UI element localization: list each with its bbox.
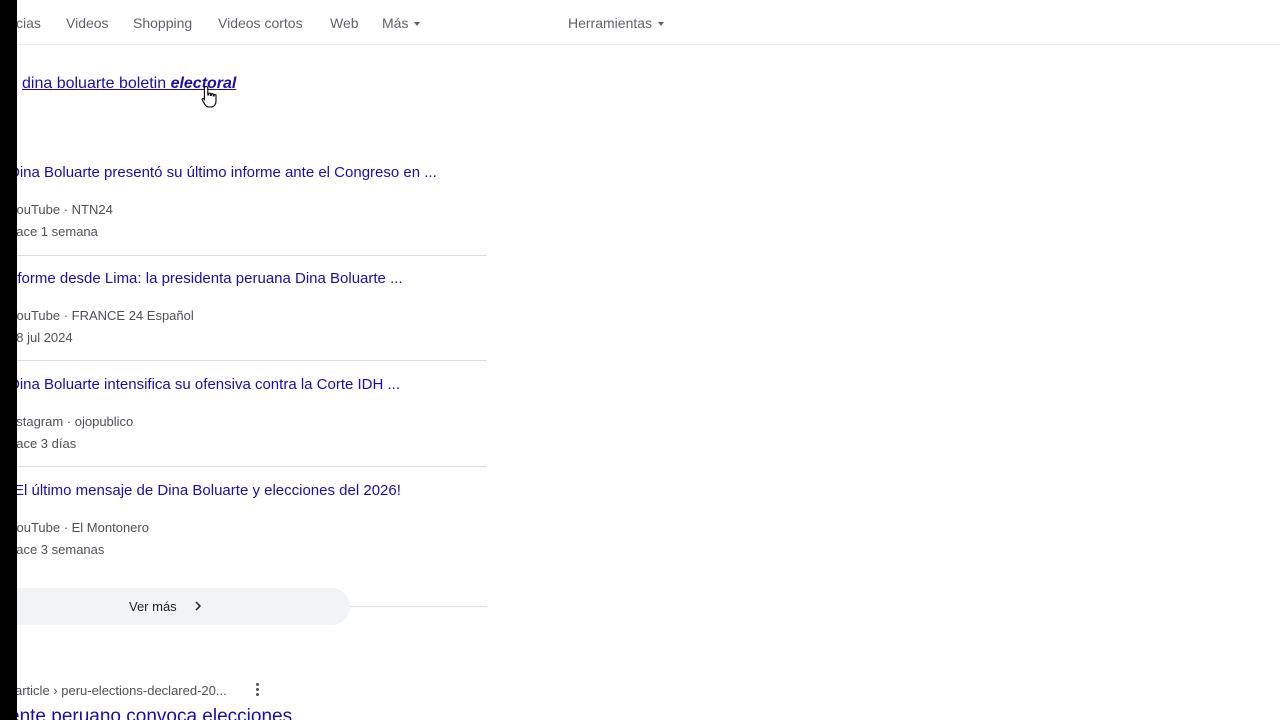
tab-noticias[interactable]: cias [17, 15, 41, 31]
caret-down-icon [414, 22, 421, 26]
caret-down-icon [658, 22, 665, 26]
more-options-icon[interactable] [253, 682, 261, 698]
tools-button[interactable]: Herramientas [568, 15, 665, 31]
video-result-title[interactable]: ¡El último mensaje de Dina Boluarte y el… [17, 482, 401, 499]
screen-edge-bar [0, 0, 17, 720]
tab-videos-cortos[interactable]: Videos cortos [218, 15, 303, 31]
video-result-source: YouTube · FRANCE 24 Español [17, 308, 194, 323]
tab-videos[interactable]: Videos [66, 15, 109, 31]
hand-pointer-cursor-icon [201, 85, 217, 108]
search-results-page: cias Videos Shopping Videos cortos Web M… [17, 0, 1280, 720]
video-result-source: YouTube · El Montonero [17, 520, 149, 535]
video-result-title[interactable]: Dina Boluarte intensifica su ofensiva co… [17, 376, 400, 393]
result-url: article › peru-elections-declared-20... [17, 683, 227, 698]
ver-mas-label: Ver más [129, 599, 177, 614]
video-result-title[interactable]: nforme desde Lima: la presidenta peruana… [17, 270, 403, 287]
video-result-title[interactable]: Dina Boluarte presentó su último informe… [17, 164, 437, 181]
video-result-source: YouTube · NTN24 [17, 202, 113, 217]
video-result-date: hace 3 semanas [17, 542, 105, 557]
ver-mas-button[interactable]: Ver más [17, 588, 350, 625]
video-result-date: hace 1 semana [17, 224, 98, 239]
divider [17, 255, 487, 256]
tab-mas-label: Más [382, 15, 409, 31]
tab-web[interactable]: Web [330, 15, 359, 31]
tab-shopping[interactable]: Shopping [133, 15, 192, 31]
divider [17, 466, 487, 467]
search-tabs-bar: cias Videos Shopping Videos cortos Web M… [17, 0, 1280, 45]
video-result-date: 28 jul 2024 [17, 330, 73, 345]
tools-label: Herramientas [568, 15, 653, 31]
divider [17, 360, 487, 361]
video-result-date: hace 3 días [17, 436, 77, 451]
video-result-source: nstagram · ojopublico [17, 414, 134, 429]
tab-mas[interactable]: Más [382, 15, 421, 31]
chevron-right-icon [195, 601, 202, 611]
result-title[interactable]: ente peruano convoca elecciones [17, 706, 292, 720]
suggestion-prefix: dina boluarte boletin [22, 75, 171, 92]
